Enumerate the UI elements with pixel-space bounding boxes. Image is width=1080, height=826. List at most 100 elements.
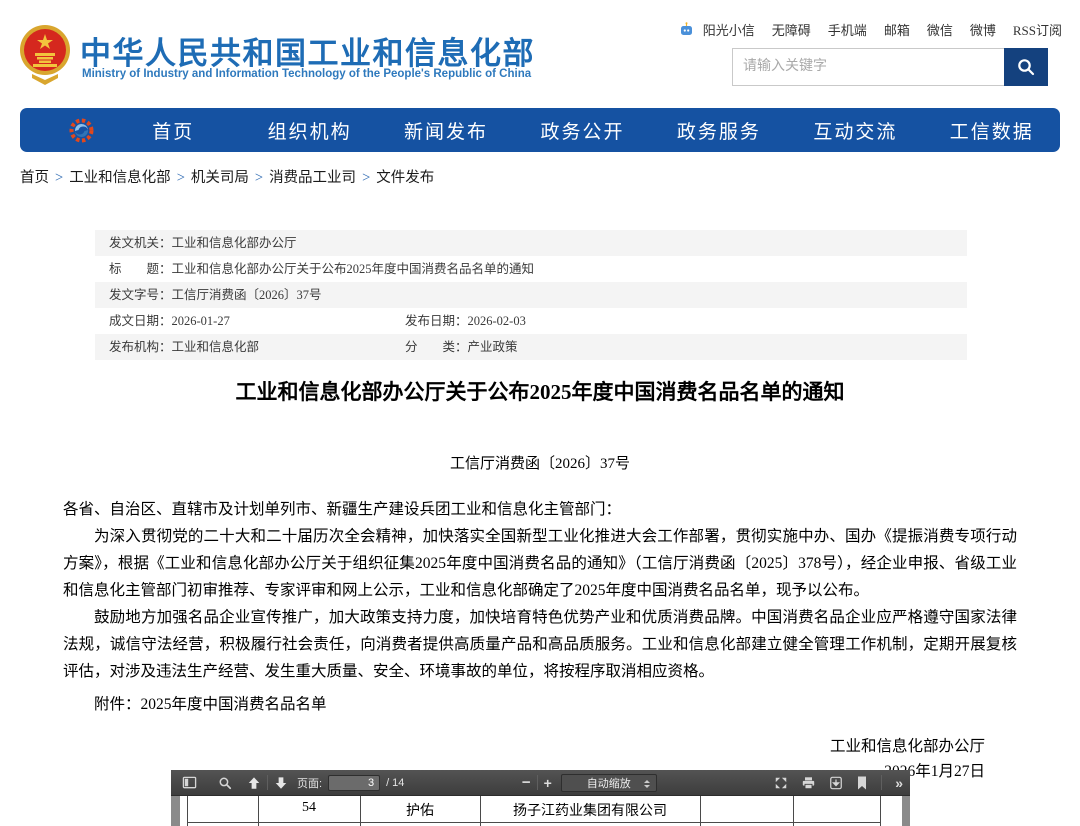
top-link-rss[interactable]: RSS订阅 bbox=[1013, 20, 1062, 39]
search-button[interactable] bbox=[1004, 48, 1048, 86]
breadcrumb-consumer-goods-dept[interactable]: 消费品工业司 bbox=[269, 170, 356, 186]
meta-value: 2026-01-27 bbox=[172, 314, 230, 328]
breadcrumb-separator: > bbox=[177, 170, 185, 186]
top-links: 阳光小信 无障碍 手机端 邮箱 微信 微博 RSS订阅 bbox=[679, 20, 1062, 39]
meta-row-issuing-office: 发文机关：工业和信息化部办公厅 bbox=[95, 230, 967, 256]
bookmark-button[interactable] bbox=[856, 776, 868, 790]
breadcrumb-separator: > bbox=[362, 170, 370, 186]
top-link-sunshine-assistant[interactable]: 阳光小信 bbox=[703, 20, 755, 39]
meta-row-title: 标 题：工业和信息化部办公厅关于公布2025年度中国消费名品名单的通知 bbox=[95, 256, 967, 282]
meta-label: 发布日期： bbox=[405, 314, 468, 328]
site-subtitle: Ministry of Industry and Information Tec… bbox=[82, 68, 531, 80]
meta-value: 工信厅消费函〔2026〕37号 bbox=[172, 288, 322, 302]
pdf-page: 54 护佑 扬子江药业集团有限公司 bbox=[180, 796, 902, 826]
fullscreen-icon bbox=[774, 776, 788, 790]
site-header: 中华人民共和国工业和信息化部 Ministry of Industry and … bbox=[0, 0, 1080, 105]
site-title: 中华人民共和国工业和信息化部 bbox=[80, 28, 535, 73]
download-button[interactable] bbox=[829, 776, 843, 790]
breadcrumb-separator: > bbox=[55, 170, 63, 186]
meta-row-dates: 成文日期：2026-01-27 发布日期：2026-02-03 bbox=[95, 308, 967, 334]
paragraph: 为深入贯彻党的二十大和二十届历次全会精神，加快落实全国新型工业化推进大会工作部署… bbox=[63, 523, 1017, 604]
toolbar-separator bbox=[537, 775, 538, 790]
salutation: 各省、自治区、直辖市及计划单列市、新疆生产建设兵团工业和信息化主管部门： bbox=[63, 496, 1017, 523]
nav-item-gov-services[interactable]: 政务服务 bbox=[651, 117, 787, 144]
meta-label: 发布机构： bbox=[109, 340, 172, 354]
doc-number: 工信厅消费函〔2026〕37号 bbox=[0, 452, 1080, 473]
sidebar-toggle-icon bbox=[182, 775, 197, 790]
toolbar-right-tools: » bbox=[774, 775, 903, 791]
select-arrows-icon bbox=[644, 780, 650, 788]
zoom-select[interactable]: 自动缩放 bbox=[561, 774, 657, 792]
search-icon bbox=[1016, 57, 1036, 77]
meta-label: 发文机关： bbox=[109, 236, 172, 250]
zoom-out-button[interactable]: − bbox=[522, 774, 531, 791]
zoom-select-value: 自动缩放 bbox=[587, 775, 631, 791]
page-down-button[interactable] bbox=[274, 776, 288, 790]
attachment-line: 附件：2025年度中国消费名品名单 bbox=[63, 691, 1017, 718]
document-meta-table: 发文机关：工业和信息化部办公厅 标 题：工业和信息化部办公厅关于公布2025年度… bbox=[95, 230, 967, 360]
zoom-in-button[interactable]: + bbox=[544, 775, 552, 791]
breadcrumb-document-release[interactable]: 文件发布 bbox=[376, 170, 434, 186]
main-nav: 首页 组织机构 新闻发布 政务公开 政务服务 互动交流 工信数据 bbox=[20, 108, 1060, 152]
table-cell-company: 扬子江药业集团有限公司 bbox=[480, 800, 700, 820]
sidebar-toggle-button[interactable] bbox=[182, 775, 197, 790]
article-title: 工业和信息化部办公厅关于公布2025年度中国消费名品名单的通知 bbox=[40, 376, 1040, 406]
more-tools-button[interactable]: » bbox=[895, 775, 903, 791]
search-input[interactable] bbox=[732, 48, 1004, 86]
nav-item-interaction[interactable]: 互动交流 bbox=[787, 117, 923, 144]
meta-label: 成文日期： bbox=[109, 314, 172, 328]
page-up-button[interactable] bbox=[247, 776, 261, 790]
top-link-mail[interactable]: 邮箱 bbox=[884, 20, 910, 39]
page-number-input[interactable] bbox=[328, 775, 380, 791]
nav-item-gov-disclosure[interactable]: 政务公开 bbox=[514, 117, 650, 144]
toolbar-separator bbox=[267, 775, 268, 790]
nav-item-home[interactable]: 首页 bbox=[105, 117, 241, 144]
meta-row-doc-number: 发文字号：工信厅消费函〔2026〕37号 bbox=[95, 282, 967, 308]
meta-label: 分 类： bbox=[405, 340, 468, 354]
page-down-icon bbox=[274, 776, 288, 790]
table-cell-number: 54 bbox=[258, 800, 360, 816]
nav-item-miit-data[interactable]: 工信数据 bbox=[924, 117, 1060, 144]
find-button[interactable] bbox=[218, 776, 232, 790]
nav-item-news[interactable]: 新闻发布 bbox=[378, 117, 514, 144]
paragraph: 鼓励地方加强名品企业宣传推广，加大政策支持力度，加快培育特色优势产业和优质消费品… bbox=[63, 604, 1017, 685]
print-button[interactable] bbox=[801, 776, 816, 790]
meta-value: 2026-02-03 bbox=[468, 314, 526, 328]
bookmark-icon bbox=[856, 776, 868, 790]
breadcrumb-departments[interactable]: 机关司局 bbox=[191, 170, 249, 186]
meta-value: 工业和信息化部 bbox=[172, 340, 260, 354]
miit-gear-logo bbox=[68, 117, 95, 144]
toolbar-separator bbox=[881, 775, 882, 790]
meta-value: 工业和信息化部办公厅 bbox=[172, 236, 297, 250]
download-icon bbox=[829, 776, 843, 790]
meta-value: 工业和信息化部办公厅关于公布2025年度中国消费名品名单的通知 bbox=[172, 262, 535, 276]
search-in-document-icon bbox=[218, 776, 232, 790]
meta-label: 发文字号： bbox=[109, 288, 172, 302]
breadcrumb-home[interactable]: 首页 bbox=[20, 170, 49, 186]
top-link-mobile[interactable]: 手机端 bbox=[828, 20, 867, 39]
search-bar bbox=[732, 48, 1048, 86]
table-cell-brand: 护佑 bbox=[360, 800, 480, 820]
breadcrumb-separator: > bbox=[255, 170, 263, 186]
pdf-content-area[interactable]: 54 护佑 扬子江药业集团有限公司 bbox=[171, 796, 910, 826]
pdf-viewer: 页面: / 14 − + 自动缩放 bbox=[171, 770, 910, 826]
page-label: 页面: bbox=[297, 775, 322, 791]
top-link-accessibility[interactable]: 无障碍 bbox=[772, 20, 811, 39]
pdf-toolbar: 页面: / 14 − + 自动缩放 bbox=[171, 770, 910, 796]
breadcrumb-miit[interactable]: 工业和信息化部 bbox=[69, 170, 171, 186]
page-up-icon bbox=[247, 776, 261, 790]
article-body: 各省、自治区、直辖市及计划单列市、新疆生产建设兵团工业和信息化主管部门： 为深入… bbox=[63, 496, 1017, 784]
signature-name: 工业和信息化部办公厅 bbox=[63, 734, 985, 759]
national-emblem-logo bbox=[18, 22, 72, 86]
top-link-weibo[interactable]: 微博 bbox=[970, 20, 996, 39]
meta-value: 产业政策 bbox=[468, 340, 518, 354]
nav-item-organization[interactable]: 组织机构 bbox=[241, 117, 377, 144]
breadcrumb: 首页 > 工业和信息化部 > 机关司局 > 消费品工业司 > 文件发布 bbox=[20, 166, 434, 187]
printer-icon bbox=[801, 776, 816, 790]
presentation-mode-button[interactable] bbox=[774, 776, 788, 790]
page-count: / 14 bbox=[386, 777, 404, 789]
assistant-icon bbox=[679, 22, 694, 37]
meta-row-publisher-category: 发布机构：工业和信息化部 分 类：产业政策 bbox=[95, 334, 967, 360]
table-border bbox=[187, 822, 881, 823]
top-link-wechat[interactable]: 微信 bbox=[927, 20, 953, 39]
